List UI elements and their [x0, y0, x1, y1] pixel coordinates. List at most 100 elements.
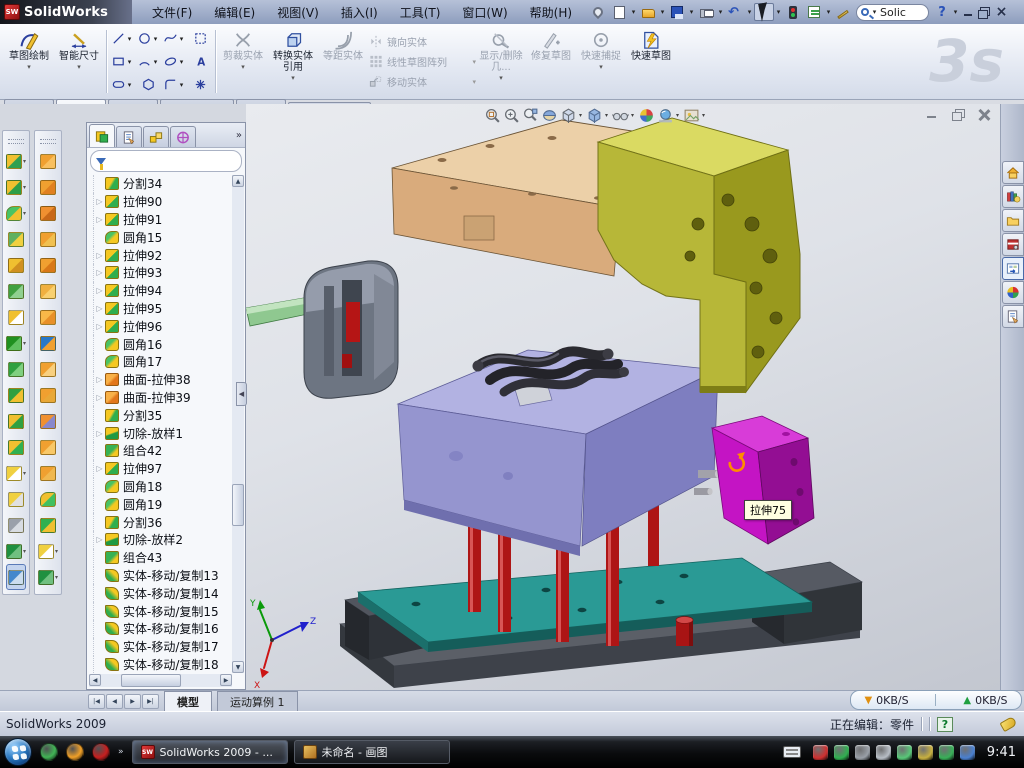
polygon-icon[interactable]	[135, 73, 161, 96]
tree-item[interactable]: ▷拉伸96	[93, 317, 232, 335]
tree-item[interactable]: 组合42	[93, 442, 232, 460]
quick-tip-tag-icon[interactable]	[1000, 716, 1018, 732]
tree-item[interactable]: 圆角18	[93, 478, 232, 496]
view-orientation-icon[interactable]: ▾	[560, 107, 584, 124]
slot-icon-dropdown[interactable]: ▾	[126, 81, 133, 89]
cmd-转换实体引用[interactable]: 转换实体引用▾	[268, 26, 318, 97]
tree-item[interactable]: ▷切除-放样1	[93, 424, 232, 442]
expand-arrow-icon[interactable]: ▷	[94, 197, 105, 206]
print-icon-dropdown[interactable]: ▾	[717, 8, 724, 16]
options-list-icon-dropdown[interactable]: ▾	[825, 8, 832, 16]
open-file-icon[interactable]	[638, 3, 658, 21]
circle-icon[interactable]: ▾	[135, 27, 161, 50]
surface-delete-icon[interactable]: ▾	[38, 538, 58, 564]
tree-item[interactable]: 圆角16	[93, 335, 232, 353]
smart-dimension-dropdown[interactable]: ▾	[77, 63, 81, 71]
antivirus-shield-icon[interactable]	[813, 745, 828, 760]
surface-fillet-icon[interactable]	[40, 486, 56, 512]
zoom-selected-icon[interactable]	[522, 107, 539, 124]
section-view-icon[interactable]	[541, 107, 558, 124]
scroll-up-icon[interactable]: ▲	[232, 175, 244, 187]
hide-show-items-icon-dropdown[interactable]: ▾	[629, 112, 636, 119]
volume-icon[interactable]	[876, 745, 891, 760]
start-button[interactable]	[4, 738, 32, 766]
file-explorer-icon[interactable]	[1002, 209, 1024, 232]
tree-item[interactable]: 分割35	[93, 406, 232, 424]
design-library-icon[interactable]	[1002, 185, 1024, 208]
cmd-草图绘制[interactable]: 草图绘制▾	[4, 26, 54, 97]
menu-文件(F)[interactable]: 文件(F)	[142, 1, 202, 24]
expand-arrow-icon[interactable]: ▷	[94, 393, 105, 402]
spline-icon[interactable]: ▾	[161, 27, 187, 50]
lofted-surface-icon[interactable]	[40, 226, 56, 252]
menu-窗口(W)[interactable]: 窗口(W)	[452, 1, 517, 24]
select-cursor-icon[interactable]	[754, 3, 774, 21]
tree-item[interactable]: 实体-移动/复制13	[93, 567, 232, 585]
scan-scheduler-icon[interactable]	[855, 745, 870, 760]
tree-filter[interactable]	[90, 150, 242, 172]
help-dropdown-icon[interactable]: ▾	[952, 8, 959, 16]
tree-item[interactable]: ▷切除-放样2	[93, 531, 232, 549]
sketch-pencil-dropdown[interactable]: ▾	[27, 63, 31, 71]
tree-item[interactable]: ▷拉伸90	[93, 193, 232, 211]
expand-arrow-icon[interactable]: ▷	[94, 322, 105, 331]
delete-body-icon[interactable]: ▾	[6, 460, 26, 486]
scroll-thumb[interactable]	[232, 484, 244, 526]
cmd-镜向实体[interactable]: 镜向实体	[368, 33, 476, 51]
tree-item[interactable]: 分割34	[93, 175, 232, 193]
slot-icon[interactable]: ▾	[109, 73, 135, 96]
tree-item[interactable]: 圆角15	[93, 228, 232, 246]
composite-curve-icon[interactable]	[8, 512, 24, 538]
expand-arrow-icon[interactable]: ▷	[94, 268, 105, 277]
surface-helix-icon[interactable]: ▾	[38, 564, 58, 590]
undo-icon-dropdown[interactable]: ▾	[746, 8, 753, 16]
network-speed-widget[interactable]: ▼ 0KB/S ▲ 0KB/S	[850, 690, 1022, 710]
select-cursor-icon-dropdown[interactable]: ▾	[775, 8, 782, 16]
save-icon[interactable]	[667, 3, 687, 21]
scroll-left-icon[interactable]: ◀	[89, 674, 101, 686]
planar-surface-icon[interactable]	[40, 304, 56, 330]
input-keyboard-icon[interactable]	[783, 746, 801, 758]
pin-icon[interactable]	[588, 3, 608, 21]
cmd-智能尺寸[interactable]: 智能尺寸▾	[54, 26, 104, 97]
filled-surface-icon[interactable]	[40, 278, 56, 304]
doctab-nav-0[interactable]: |◀	[88, 694, 105, 709]
tree-item[interactable]: ▷曲面-拉伸39	[93, 389, 232, 407]
status-help-icon[interactable]: ?	[937, 717, 953, 732]
tree-item[interactable]: 实体-移动/复制16	[93, 620, 232, 638]
graphics-viewport[interactable]: Y Z X ▾▾▾▾▾ 拉伸75	[246, 104, 1000, 690]
linear-pattern-icon-dropdown[interactable]: ▾	[23, 340, 26, 347]
quick-launch-chevron-icon[interactable]: »	[118, 747, 124, 757]
restore-button[interactable]	[976, 5, 993, 20]
menu-视图(V)[interactable]: 视图(V)	[267, 1, 329, 24]
cmd-移动实体[interactable]: 移动实体▾	[368, 73, 476, 91]
solidworks-quick-icon[interactable]	[92, 743, 110, 761]
display-style-icon[interactable]: ▾	[586, 107, 610, 124]
surface-delete-icon-dropdown[interactable]: ▾	[55, 548, 58, 555]
delete-face-icon[interactable]	[8, 486, 24, 512]
toolbox-icon[interactable]	[1002, 233, 1024, 256]
extruded-boss-icon[interactable]: ▾	[6, 148, 26, 174]
spline-icon-dropdown[interactable]: ▾	[178, 35, 185, 43]
tree-item[interactable]: 实体-移动/复制18	[93, 656, 232, 673]
untrim-surface-icon[interactable]	[40, 460, 56, 486]
panel-splitter-arrow[interactable]: ◀	[236, 382, 247, 406]
surface-helix-icon-dropdown[interactable]: ▾	[55, 574, 58, 581]
tree-item[interactable]: ▷拉伸92	[93, 246, 232, 264]
rib-icon[interactable]	[8, 278, 24, 304]
new-file-icon[interactable]	[609, 3, 629, 21]
fillet-icon[interactable]: ▾	[6, 200, 26, 226]
expand-arrow-icon[interactable]: ▷	[94, 375, 105, 384]
circle-icon-dropdown[interactable]: ▾	[152, 35, 159, 43]
helix-icon[interactable]: ▾	[6, 538, 26, 564]
tree-item[interactable]: ▷拉伸93	[93, 264, 232, 282]
view-settings-icon[interactable]: ▾	[683, 107, 707, 124]
panel-tabs-more[interactable]: »	[236, 130, 242, 141]
menu-编辑(E)[interactable]: 编辑(E)	[204, 1, 265, 24]
expand-arrow-icon[interactable]: ▷	[94, 464, 105, 473]
tree-item[interactable]: 圆角19	[93, 495, 232, 513]
point-icon[interactable]	[187, 73, 213, 96]
offset-surface-icon[interactable]	[40, 330, 56, 356]
doc-tab-运动算例 1[interactable]: 运动算例 1	[217, 691, 298, 712]
radiate-surface-icon[interactable]	[40, 356, 56, 382]
